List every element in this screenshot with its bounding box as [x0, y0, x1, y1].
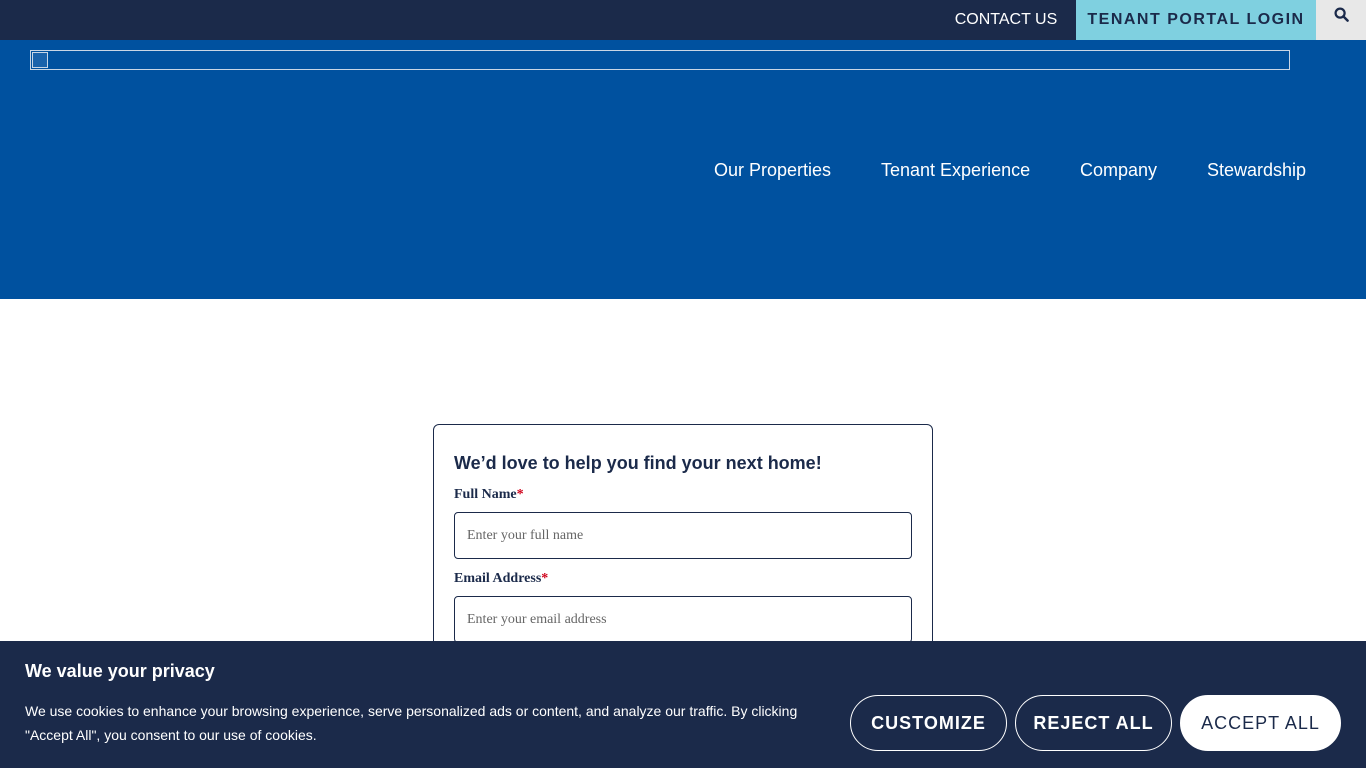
full-name-label-text: Full Name: [454, 487, 517, 502]
required-marker: *: [541, 571, 549, 586]
nav-stewardship[interactable]: Stewardship: [1207, 159, 1306, 181]
nav-our-properties[interactable]: Our Properties: [714, 159, 831, 181]
nav-tenant-experience[interactable]: Tenant Experience: [881, 159, 1030, 181]
search-button[interactable]: [1316, 0, 1366, 40]
cookie-banner: We value your privacy We use cookies to …: [0, 641, 1366, 768]
cookie-title: We value your privacy: [25, 661, 215, 681]
full-name-input[interactable]: [454, 512, 912, 559]
email-label-text: Email Address: [454, 571, 542, 586]
required-marker: *: [516, 487, 524, 502]
site-header: Our Properties Tenant Experience Company…: [0, 40, 1366, 299]
contact-us-link[interactable]: CONTACT US: [940, 0, 1072, 40]
search-icon: [1334, 7, 1349, 22]
utility-bar: CONTACT US TENANT PORTAL LOGIN: [0, 0, 1366, 40]
customize-button[interactable]: CUSTOMIZE: [850, 695, 1007, 751]
email-label: Email Address*: [454, 571, 548, 587]
full-name-label: Full Name*: [454, 487, 524, 503]
nav-company[interactable]: Company: [1080, 159, 1157, 181]
email-input[interactable]: [454, 596, 912, 643]
reject-all-button[interactable]: REJECT ALL: [1015, 695, 1172, 751]
form-title: We’d love to help you find your next hom…: [454, 453, 822, 473]
cookie-text: We use cookies to enhance your browsing …: [25, 703, 798, 743]
broken-image-icon: [32, 52, 48, 68]
site-logo[interactable]: [30, 50, 1290, 70]
tenant-portal-login-button[interactable]: TENANT PORTAL LOGIN: [1076, 0, 1316, 40]
accept-all-button[interactable]: ACCEPT ALL: [1180, 695, 1341, 751]
